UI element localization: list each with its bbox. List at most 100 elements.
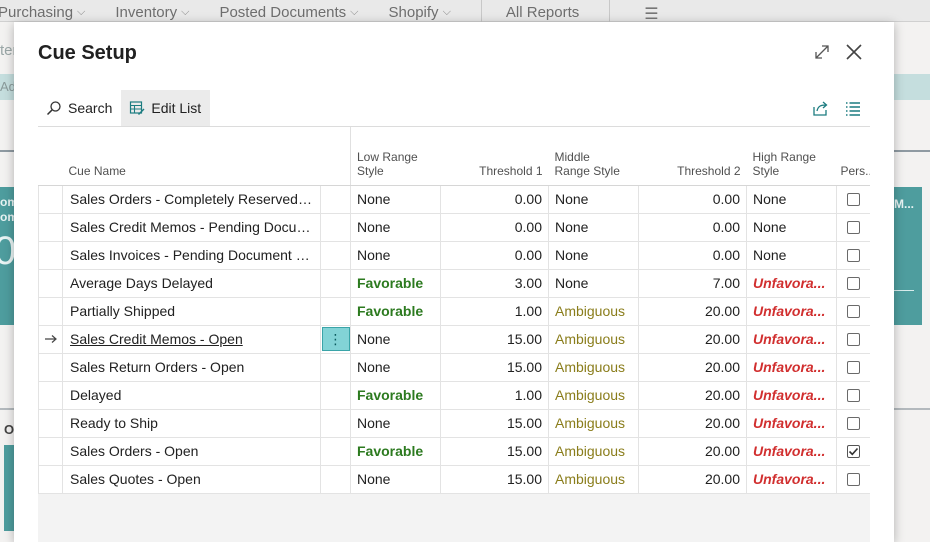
- cell-low-range-style[interactable]: Favorable: [350, 437, 441, 466]
- cell-cue-name[interactable]: Sales Return Orders - Open: [62, 353, 321, 382]
- cell-middle-range-style[interactable]: Ambiguous: [548, 381, 639, 410]
- header-threshold-1[interactable]: Threshold 1: [440, 127, 549, 186]
- table-row[interactable]: Sales Credit Memos - Open ⋮ None 15.00 Ambig…: [38, 325, 870, 354]
- personalized-checkbox[interactable]: [847, 360, 861, 374]
- cell-high-range-style[interactable]: None: [746, 213, 837, 242]
- edit-list-button[interactable]: Edit List: [121, 90, 211, 126]
- cell-high-range-style[interactable]: Unfavora...: [746, 325, 837, 354]
- cell-threshold-1[interactable]: 1.00: [440, 297, 549, 326]
- cell-high-range-style[interactable]: Unfavora...: [746, 353, 837, 382]
- cell-low-range-style[interactable]: None: [350, 325, 441, 354]
- cell-middle-range-style[interactable]: None: [548, 241, 639, 270]
- cell-threshold-1[interactable]: 3.00: [440, 269, 549, 298]
- cell-threshold-2[interactable]: 0.00: [638, 185, 747, 214]
- cell-low-range-style[interactable]: None: [350, 241, 441, 270]
- cell-threshold-2[interactable]: 0.00: [638, 241, 747, 270]
- table-row[interactable]: Average Days Delayed Favorable 3.00 None 7.0…: [38, 269, 870, 298]
- cell-threshold-1[interactable]: 15.00: [440, 465, 549, 494]
- table-row[interactable]: Sales Orders - Open Favorable 15.00 Ambiguo…: [38, 437, 870, 466]
- table-row[interactable]: Ready to Ship None 15.00 Ambiguous 20.00 Unfa…: [38, 409, 870, 438]
- personalized-checkbox[interactable]: [847, 276, 861, 290]
- cell-threshold-1[interactable]: 0.00: [440, 185, 549, 214]
- personalized-checkbox[interactable]: [847, 416, 861, 430]
- nav-item-shopify[interactable]: Shopify ⌵: [389, 4, 451, 21]
- cell-cue-name[interactable]: Ready to Ship: [62, 409, 321, 438]
- nav-item-posted-documents[interactable]: Posted Documents ⌵: [219, 4, 358, 21]
- nav-item-purchasing[interactable]: Purchasing ⌵: [0, 4, 85, 21]
- personalized-checkbox[interactable]: [847, 248, 861, 262]
- expand-icon[interactable]: [812, 42, 832, 62]
- table-row[interactable]: Sales Orders - Completely Reserved fr...…: [38, 185, 870, 214]
- cell-threshold-1[interactable]: 15.00: [440, 437, 549, 466]
- cell-threshold-2[interactable]: 20.00: [638, 409, 747, 438]
- cell-middle-range-style[interactable]: None: [548, 185, 639, 214]
- nav-item-all-reports[interactable]: All Reports: [506, 4, 579, 21]
- cell-threshold-2[interactable]: 20.00: [638, 465, 747, 494]
- header-cue-name[interactable]: Cue Name: [62, 127, 321, 186]
- header-threshold-2[interactable]: Threshold 2: [638, 127, 747, 186]
- header-middle-range-style[interactable]: Middle Range Style: [548, 127, 639, 186]
- cell-threshold-1[interactable]: 1.00: [440, 381, 549, 410]
- cell-cue-name[interactable]: Sales Credit Memos - Pending Docum...: [62, 213, 321, 242]
- table-row[interactable]: Partially Shipped Favorable 1.00 Ambiguous 2…: [38, 297, 870, 326]
- cell-low-range-style[interactable]: Favorable: [350, 381, 441, 410]
- personalized-checkbox[interactable]: [847, 192, 861, 206]
- background-cue-tile[interactable]: M...: [894, 187, 922, 325]
- cell-low-range-style[interactable]: Favorable: [350, 297, 441, 326]
- search-button[interactable]: Search: [38, 90, 121, 126]
- cell-middle-range-style[interactable]: Ambiguous: [548, 409, 639, 438]
- cell-middle-range-style[interactable]: Ambiguous: [548, 297, 639, 326]
- cell-high-range-style[interactable]: Unfavora...: [746, 269, 837, 298]
- cell-high-range-style[interactable]: None: [746, 241, 837, 270]
- cell-threshold-1[interactable]: 15.00: [440, 325, 549, 354]
- cell-cue-name[interactable]: Delayed: [62, 381, 321, 410]
- cell-high-range-style[interactable]: None: [746, 185, 837, 214]
- table-row[interactable]: Delayed Favorable 1.00 Ambiguous 20.00 Unfavo…: [38, 381, 870, 410]
- header-high-range-style[interactable]: High Range Style: [746, 127, 837, 186]
- personalized-checkbox[interactable]: [847, 444, 861, 458]
- cell-row-actions[interactable]: ⋮: [320, 325, 351, 354]
- cell-threshold-1[interactable]: 15.00: [440, 353, 549, 382]
- header-low-range-style[interactable]: Low Range Style: [350, 127, 441, 186]
- cell-middle-range-style[interactable]: Ambiguous: [548, 325, 639, 354]
- personalized-checkbox[interactable]: [847, 220, 861, 234]
- cell-middle-range-style[interactable]: None: [548, 213, 639, 242]
- cell-threshold-2[interactable]: 0.00: [638, 213, 747, 242]
- cell-middle-range-style[interactable]: None: [548, 269, 639, 298]
- cell-cue-name[interactable]: Sales Quotes - Open: [62, 465, 321, 494]
- cell-threshold-2[interactable]: 20.00: [638, 437, 747, 466]
- cell-threshold-1[interactable]: 0.00: [440, 241, 549, 270]
- cell-threshold-1[interactable]: 0.00: [440, 213, 549, 242]
- table-row[interactable]: Sales Credit Memos - Pending Docum... Non…: [38, 213, 870, 242]
- close-icon[interactable]: [844, 42, 864, 62]
- cell-threshold-2[interactable]: 20.00: [638, 297, 747, 326]
- cell-middle-range-style[interactable]: Ambiguous: [548, 465, 639, 494]
- nav-item-inventory[interactable]: Inventory ⌵: [115, 4, 189, 21]
- table-row[interactable]: Sales Return Orders - Open None 15.00 Ambig…: [38, 353, 870, 382]
- cell-cue-name[interactable]: Average Days Delayed: [62, 269, 321, 298]
- cell-low-range-style[interactable]: None: [350, 465, 441, 494]
- cell-high-range-style[interactable]: Unfavora...: [746, 465, 837, 494]
- cell-low-range-style[interactable]: None: [350, 185, 441, 214]
- cell-low-range-style[interactable]: None: [350, 409, 441, 438]
- cell-threshold-2[interactable]: 7.00: [638, 269, 747, 298]
- cell-low-range-style[interactable]: None: [350, 213, 441, 242]
- cell-threshold-2[interactable]: 20.00: [638, 353, 747, 382]
- cell-cue-name[interactable]: Sales Orders - Completely Reserved fr...: [62, 185, 321, 214]
- cell-high-range-style[interactable]: Unfavora...: [746, 409, 837, 438]
- cell-high-range-style[interactable]: Unfavora...: [746, 381, 837, 410]
- list-view-icon[interactable]: [844, 99, 862, 122]
- personalized-checkbox[interactable]: [847, 472, 861, 486]
- cell-cue-name[interactable]: Sales Orders - Open: [62, 437, 321, 466]
- cell-cue-name[interactable]: Sales Credit Memos - Open: [62, 325, 321, 354]
- cell-middle-range-style[interactable]: Ambiguous: [548, 437, 639, 466]
- cell-middle-range-style[interactable]: Ambiguous: [548, 353, 639, 382]
- personalized-checkbox[interactable]: [847, 304, 861, 318]
- cell-threshold-1[interactable]: 15.00: [440, 409, 549, 438]
- cell-threshold-2[interactable]: 20.00: [638, 381, 747, 410]
- cell-threshold-2[interactable]: 20.00: [638, 325, 747, 354]
- cell-cue-name[interactable]: Partially Shipped: [62, 297, 321, 326]
- share-icon[interactable]: [812, 99, 830, 122]
- table-row[interactable]: Sales Invoices - Pending Document Ex... N…: [38, 241, 870, 270]
- cell-cue-name[interactable]: Sales Invoices - Pending Document Ex...: [62, 241, 321, 270]
